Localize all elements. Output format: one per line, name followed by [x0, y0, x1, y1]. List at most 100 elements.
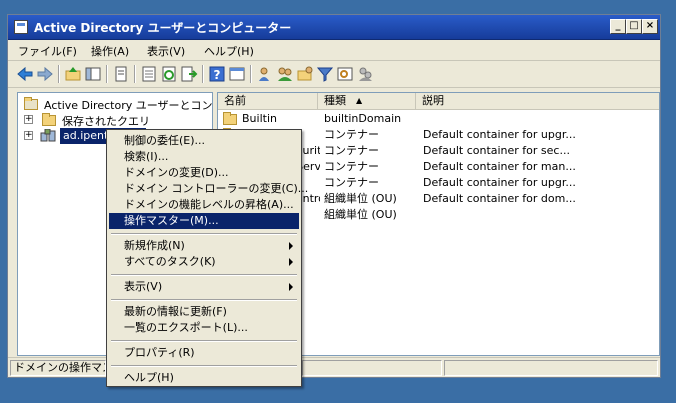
column-header-type-label: 種類 [324, 94, 346, 107]
context-menu-item[interactable]: 最新の情報に更新(F) [109, 304, 299, 320]
cell-type: コンテナー [324, 144, 379, 157]
context-menu-item-label: 制御の委任(E)... [124, 134, 206, 147]
cell-type: 組織単位 (OU) [324, 192, 397, 205]
up-folder-icon[interactable] [64, 65, 82, 83]
copy-icon[interactable] [112, 65, 130, 83]
context-menu-item-label: ドメイン コントローラーの変更(C)... [124, 182, 309, 195]
status-pane-2 [302, 360, 442, 376]
cell-type: 組織単位 (OU) [324, 208, 397, 221]
filter-icon[interactable] [316, 65, 334, 83]
submenu-arrow-icon [289, 283, 293, 291]
app-icon [14, 20, 28, 34]
column-header-description[interactable]: 説明 [416, 93, 659, 110]
context-menu-item[interactable]: 新規作成(N) [109, 238, 299, 254]
context-menu-item-label: ヘルプ(H) [124, 371, 174, 384]
delegate-icon[interactable] [356, 65, 374, 83]
submenu-arrow-icon [289, 258, 293, 266]
context-menu-item-label: ドメインの機能レベルの昇格(A)... [124, 198, 294, 211]
cell-type: builtinDomain [324, 112, 402, 125]
help-icon[interactable]: ? [208, 65, 226, 83]
add-group-icon[interactable] [276, 65, 294, 83]
folder-icon [223, 112, 237, 125]
context-menu-item[interactable]: 表示(V) [109, 279, 299, 295]
column-header-name[interactable]: 名前 [218, 93, 318, 110]
menu-file[interactable]: ファイル(F) [18, 43, 77, 59]
context-menu-item[interactable]: すべてのタスク(K) [109, 254, 299, 270]
menu-separator [111, 233, 297, 235]
menu-bar: ファイル(F) 操作(A) 表示(V) ヘルプ(H) [8, 40, 660, 61]
context-menu-item[interactable]: ドメインの変更(D)... [109, 165, 299, 181]
cell-description: Default container for upgr... [423, 128, 576, 141]
toolbar-separator [106, 65, 108, 83]
tree-root-label: Active Directory ユーザーとコンピュ [44, 99, 213, 112]
toolbar-separator [202, 65, 204, 83]
context-menu-item-label: すべてのタスク(K) [124, 255, 216, 268]
cell-type: コンテナー [324, 160, 379, 173]
console-icon[interactable] [228, 65, 246, 83]
tree-item-label: 保存されたクエリ [62, 115, 150, 128]
context-menu-item[interactable]: 検索(I)... [109, 149, 299, 165]
maximize-button[interactable]: □ [626, 19, 642, 34]
sort-ascending-icon: ▲ [356, 96, 363, 105]
snapin-icon [24, 97, 38, 110]
cell-description: Default container for man... [423, 160, 576, 173]
menu-separator [111, 299, 297, 301]
properties-icon[interactable] [140, 65, 158, 83]
context-menu-item[interactable]: 一覧のエクスポート(L)... [109, 320, 299, 336]
toolbar-separator [58, 65, 60, 83]
minimize-button[interactable]: _ [610, 19, 626, 34]
window-title: Active Directory ユーザーとコンピューター [34, 21, 292, 35]
context-menu-item[interactable]: 制御の委任(E)... [109, 133, 299, 149]
table-row[interactable]: Builtin builtinDomain [218, 111, 659, 127]
toolbar-separator [250, 65, 252, 83]
folder-icon [42, 113, 56, 126]
context-menu-item[interactable]: 操作マスター(M)... [109, 213, 299, 229]
cell-name: Builtin [242, 112, 277, 125]
refresh-icon[interactable] [160, 65, 178, 83]
context-menu-item[interactable]: プロパティ(R) [109, 345, 299, 361]
menu-separator [111, 365, 297, 367]
menu-separator [111, 274, 297, 276]
context-menu-item-label: プロパティ(R) [124, 346, 195, 359]
context-menu-item[interactable]: ヘルプ(H) [109, 370, 299, 386]
context-menu: 制御の委任(E)... 検索(I)... ドメインの変更(D)... ドメイン コント… [106, 129, 308, 387]
back-icon[interactable] [16, 65, 34, 83]
menu-separator [111, 340, 297, 342]
find-icon[interactable] [336, 65, 354, 83]
context-menu-item-label: 表示(V) [124, 280, 163, 293]
context-menu-item-label: 操作マスター(M)... [124, 214, 219, 227]
cell-description [423, 207, 659, 223]
context-menu-item[interactable]: ドメインの機能レベルの昇格(A)... [109, 197, 299, 213]
column-header-type[interactable]: 種類 ▲ [318, 93, 416, 110]
cell-description: Default container for upgr... [423, 176, 576, 189]
show-tree-icon[interactable] [84, 65, 102, 83]
title-bar[interactable]: Active Directory ユーザーとコンピューター _ □ × [8, 15, 660, 40]
cell-type: コンテナー [324, 128, 379, 141]
close-button[interactable]: × [642, 19, 658, 34]
cell-type: コンテナー [324, 176, 379, 189]
submenu-arrow-icon [289, 242, 293, 250]
add-ou-icon[interactable] [296, 65, 314, 83]
cell-description: Default container for sec... [423, 144, 570, 157]
context-menu-item[interactable]: ドメイン コントローラーの変更(C)... [109, 181, 308, 197]
domain-icon [40, 129, 56, 142]
toolbar: ? [8, 61, 660, 88]
svg-text:?: ? [214, 68, 221, 82]
context-menu-item-label: 新規作成(N) [124, 239, 185, 252]
expand-icon[interactable]: + [24, 115, 33, 124]
forward-icon[interactable] [36, 65, 54, 83]
context-menu-item-label: 一覧のエクスポート(L)... [124, 321, 248, 334]
menu-view[interactable]: 表示(V) [147, 43, 185, 59]
export-icon[interactable] [180, 65, 198, 83]
cell-description [423, 111, 659, 127]
toolbar-separator [134, 65, 136, 83]
menu-action[interactable]: 操作(A) [91, 43, 129, 59]
context-menu-item-label: ドメインの変更(D)... [124, 166, 229, 179]
expand-icon[interactable]: + [24, 131, 33, 140]
cell-description: Default container for dom... [423, 192, 576, 205]
menu-help[interactable]: ヘルプ(H) [204, 43, 254, 59]
add-user-icon[interactable] [256, 65, 274, 83]
context-menu-item-label: 最新の情報に更新(F) [124, 305, 227, 318]
status-pane-3 [444, 360, 658, 376]
context-menu-item-label: 検索(I)... [124, 150, 169, 163]
